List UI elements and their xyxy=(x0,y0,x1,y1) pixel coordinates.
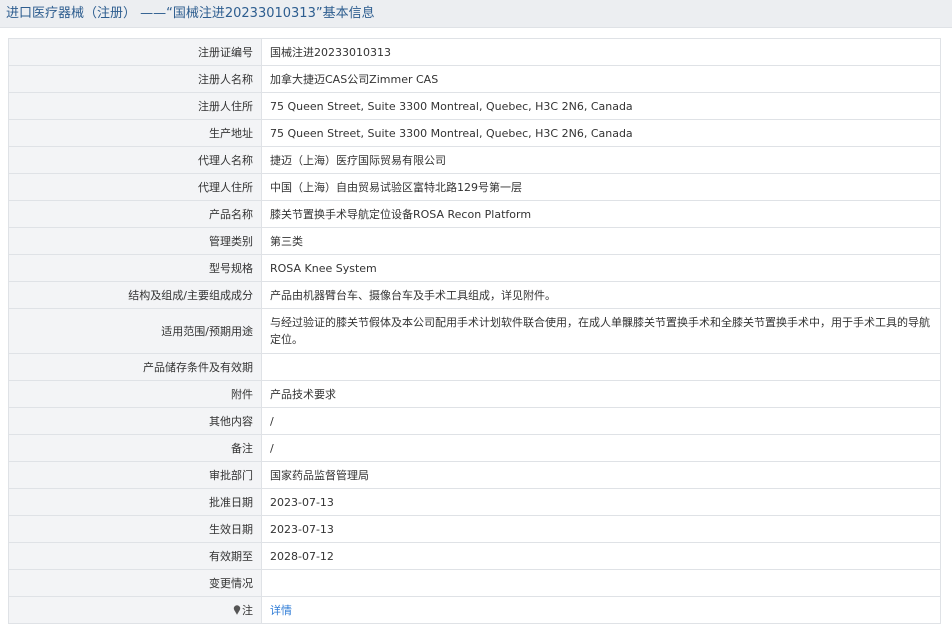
row-label: 注册人住所 xyxy=(8,92,262,120)
row-label: 批准日期 xyxy=(8,488,262,516)
row-value: 75 Queen Street, Suite 3300 Montreal, Qu… xyxy=(261,119,941,147)
table-row: 备注 / xyxy=(8,434,941,462)
row-value: 加拿大捷迈CAS公司Zimmer CAS xyxy=(261,65,941,93)
row-value-cell: 详情 xyxy=(261,596,941,624)
table-row: 审批部门 国家药品监督管理局 xyxy=(8,461,941,489)
row-label: 附件 xyxy=(8,380,262,408)
row-value: ROSA Knee System xyxy=(261,254,941,282)
row-value: 产品由机器臂台车、摄像台车及手术工具组成，详见附件。 xyxy=(261,281,941,309)
table-row: 批准日期 2023-07-13 xyxy=(8,488,941,516)
row-label: 变更情况 xyxy=(8,569,262,597)
row-value: 2028-07-12 xyxy=(261,542,941,570)
row-label: 代理人名称 xyxy=(8,146,262,174)
row-label: 适用范围/预期用途 xyxy=(8,308,262,354)
table-row: 变更情况 xyxy=(8,569,941,597)
pin-icon xyxy=(233,605,241,615)
table-row: 有效期至 2028-07-12 xyxy=(8,542,941,570)
row-value: 75 Queen Street, Suite 3300 Montreal, Qu… xyxy=(261,92,941,120)
row-label: 审批部门 xyxy=(8,461,262,489)
table-row: 适用范围/预期用途 与经过验证的膝关节假体及本公司配用手术计划软件联合使用，在成… xyxy=(8,308,941,354)
table-row: 注 详情 xyxy=(8,596,941,624)
row-label: 结构及组成/主要组成成分 xyxy=(8,281,262,309)
table-row: 生效日期 2023-07-13 xyxy=(8,515,941,543)
row-label: 生效日期 xyxy=(8,515,262,543)
row-label: 代理人住所 xyxy=(8,173,262,201)
table-row: 注册人名称 加拿大捷迈CAS公司Zimmer CAS xyxy=(8,65,941,93)
row-label: 产品储存条件及有效期 xyxy=(8,353,262,381)
row-label: 注 xyxy=(242,604,253,617)
row-label: 管理类别 xyxy=(8,227,262,255)
row-value xyxy=(261,569,941,597)
table-row: 代理人名称 捷迈（上海）医疗国际贸易有限公司 xyxy=(8,146,941,174)
table-row: 代理人住所 中国（上海）自由贸易试验区富特北路129号第一层 xyxy=(8,173,941,201)
page-title: 进口医疗器械（注册） ——“国械注进20233010313”基本信息 xyxy=(6,6,375,21)
row-value: / xyxy=(261,434,941,462)
row-value: 国家药品监督管理局 xyxy=(261,461,941,489)
table-row: 型号规格 ROSA Knee System xyxy=(8,254,941,282)
row-label: 注册证编号 xyxy=(8,38,262,66)
table-row: 注册证编号 国械注进20233010313 xyxy=(8,38,941,66)
row-value xyxy=(261,353,941,381)
note-label-cell: 注 xyxy=(8,596,262,624)
table-row: 附件 产品技术要求 xyxy=(8,380,941,408)
row-label: 型号规格 xyxy=(8,254,262,282)
row-value: 与经过验证的膝关节假体及本公司配用手术计划软件联合使用，在成人单髁膝关节置换手术… xyxy=(261,308,941,354)
row-value: 捷迈（上海）医疗国际贸易有限公司 xyxy=(261,146,941,174)
table-row: 产品储存条件及有效期 xyxy=(8,353,941,381)
row-value: 国械注进20233010313 xyxy=(261,38,941,66)
row-value: 中国（上海）自由贸易试验区富特北路129号第一层 xyxy=(261,173,941,201)
row-value: 2023-07-13 xyxy=(261,488,941,516)
row-value: / xyxy=(261,407,941,435)
info-table: 注册证编号 国械注进20233010313 注册人名称 加拿大捷迈CAS公司Zi… xyxy=(8,38,941,624)
row-label: 其他内容 xyxy=(8,407,262,435)
row-label: 注册人名称 xyxy=(8,65,262,93)
details-link[interactable]: 详情 xyxy=(270,604,292,617)
table-row: 产品名称 膝关节置换手术导航定位设备ROSA Recon Platform xyxy=(8,200,941,228)
row-value: 产品技术要求 xyxy=(261,380,941,408)
table-row: 生产地址 75 Queen Street, Suite 3300 Montrea… xyxy=(8,119,941,147)
row-label: 生产地址 xyxy=(8,119,262,147)
row-label: 有效期至 xyxy=(8,542,262,570)
table-row: 注册人住所 75 Queen Street, Suite 3300 Montre… xyxy=(8,92,941,120)
row-value: 第三类 xyxy=(261,227,941,255)
table-row: 管理类别 第三类 xyxy=(8,227,941,255)
row-label: 备注 xyxy=(8,434,262,462)
page-header: 进口医疗器械（注册） ——“国械注进20233010313”基本信息 xyxy=(0,0,952,28)
row-value: 2023-07-13 xyxy=(261,515,941,543)
table-row: 其他内容 / xyxy=(8,407,941,435)
table-row: 结构及组成/主要组成成分 产品由机器臂台车、摄像台车及手术工具组成，详见附件。 xyxy=(8,281,941,309)
row-label: 产品名称 xyxy=(8,200,262,228)
row-value: 膝关节置换手术导航定位设备ROSA Recon Platform xyxy=(261,200,941,228)
